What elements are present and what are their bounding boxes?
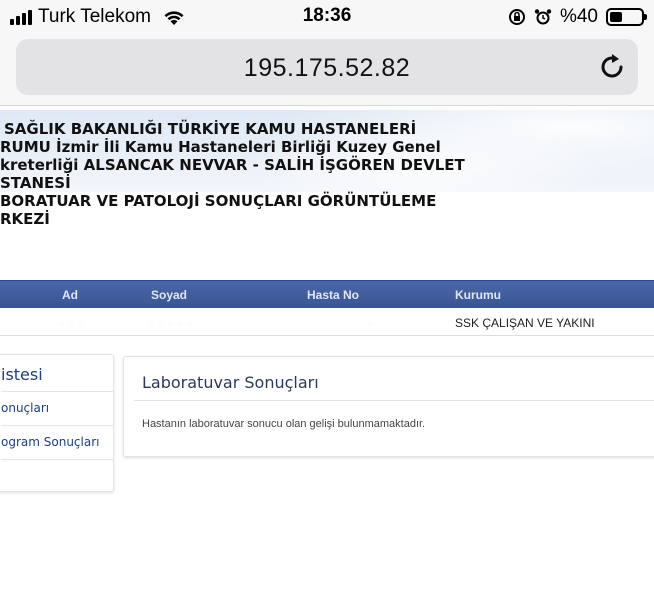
cellular-signal-icon [10,9,32,25]
site-title-line: SAĞLIK BAKANLIĞI TÜRKİYE KAMU HASTANELER… [4,120,417,138]
patient-table-header: Ad Soyad Hasta No Kurumu [0,280,654,308]
status-icons: %40 [508,6,647,28]
results-list-panel: istesi onuçları ogram Sonuçları [0,354,114,492]
wifi-icon [164,10,184,25]
site-title-line: STANESİ [0,174,71,192]
address-bar[interactable]: 195.175.52.82 [16,39,638,95]
alarm-icon [534,9,552,25]
column-header-kurumu: Kurumu [455,288,501,302]
site-title-line: BORATUAR VE PATOLOJİ SONUÇLARI GÖRÜNTÜLE… [0,192,437,210]
patient-no-redacted: · [368,316,373,330]
site-title-line: RUMU İzmir İli Kamu Hastaneleri Birliği … [0,138,441,156]
column-header-soyad: Soyad [151,288,188,302]
browser-toolbar: 195.175.52.82 [0,34,654,106]
column-header-ad: Ad [62,288,78,302]
menu-item-empty [1,459,113,493]
battery-level [610,12,622,22]
battery-percent: %40 [559,6,598,27]
status-bar: Turk Telekom 18:36 %40 [0,0,654,34]
menu-item-program-results[interactable]: ogram Sonuçları [1,425,113,459]
patient-name-redacted: · · · [60,316,84,330]
divider [134,400,654,401]
site-title-line: kreterliği ALSANCAK NEVVAR - SALİH İŞGÖR… [0,156,465,174]
results-list-title: istesi [1,365,43,384]
patient-surname-redacted: · · · · · [150,316,193,330]
battery-icon [606,8,647,26]
url-text[interactable]: 195.175.52.82 [16,54,638,83]
site-title: SAĞLIK BAKANLIĞI TÜRKİYE KAMU HASTANELER… [0,120,465,228]
patient-institution: SSK ÇALIŞAN VE YAKINI [455,316,595,330]
menu-item-lab-results[interactable]: onuçları [1,391,113,425]
carrier-info: Turk Telekom [10,6,185,28]
no-results-message: Hastanın laboratuvar sonucu olan gelişi … [142,418,426,430]
orientation-lock-icon [508,9,525,25]
site-title-line: RKEZİ [0,210,50,228]
column-header-hasta-no: Hasta No [307,288,360,302]
lab-results-title: Laboratuvar Sonuçları [142,373,319,392]
reload-icon[interactable] [596,51,628,83]
lab-results-panel: Laboratuvar Sonuçları Hastanın laboratuv… [123,356,654,457]
patient-row: · · · · · · · · · SSK ÇALIŞAN VE YAKINI [0,308,654,336]
carrier-name: Turk Telekom [38,6,151,27]
